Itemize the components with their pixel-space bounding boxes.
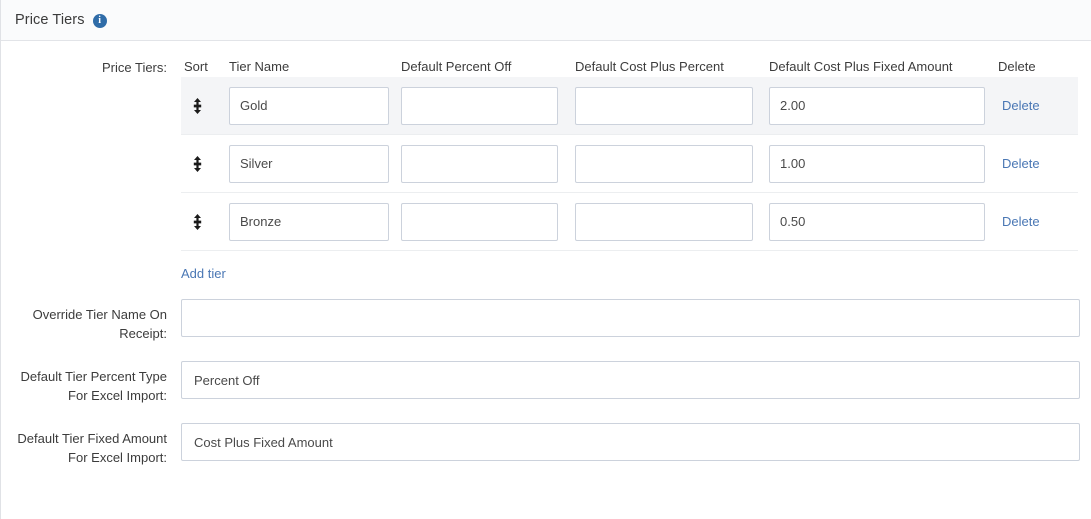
delete-cell: Delete	[998, 156, 1078, 171]
default-cost-plus-fixed-amount-input[interactable]	[769, 203, 985, 241]
delete-cell: Delete	[998, 214, 1078, 229]
drag-handle-vertical-icon[interactable]	[181, 156, 229, 172]
table-row: Delete	[181, 77, 1078, 135]
panel-header: Price Tiers i	[1, 0, 1091, 41]
price-tiers-panel: Price Tiers i Price Tiers: Sort Tier Nam…	[0, 0, 1091, 519]
tier-name-input[interactable]	[229, 145, 389, 183]
delete-row-link[interactable]: Delete	[998, 214, 1040, 229]
panel-body: Price Tiers: Sort Tier Name Default Perc…	[1, 41, 1091, 467]
column-header-tier-name: Tier Name	[229, 59, 401, 74]
default-percent-off-cell	[401, 203, 575, 241]
column-header-default-cost-plus-fixed-amount: Default Cost Plus Fixed Amount	[769, 59, 998, 74]
default-tier-fixed-amount-label: Default Tier Fixed Amount For Excel Impo…	[1, 423, 181, 467]
override-tier-name-label: Override Tier Name On Receipt:	[1, 299, 181, 343]
table-row: Delete	[181, 193, 1078, 251]
column-header-delete: Delete	[998, 59, 1078, 74]
tier-name-cell	[229, 145, 401, 183]
default-percent-off-input[interactable]	[401, 203, 558, 241]
column-header-sort: Sort	[181, 59, 229, 74]
table-row: Delete	[181, 135, 1078, 193]
drag-handle-vertical-icon[interactable]	[181, 98, 229, 114]
add-tier-wrapper: Add tier	[181, 251, 1078, 281]
default-cost-plus-fixed-amount-input[interactable]	[769, 145, 985, 183]
override-tier-name-input[interactable]	[181, 299, 1080, 337]
default-tier-fixed-amount-input[interactable]	[181, 423, 1080, 461]
default-cost-plus-percent-cell	[575, 87, 769, 125]
column-header-default-percent-off: Default Percent Off	[401, 59, 575, 74]
default-percent-off-cell	[401, 145, 575, 183]
tier-name-input[interactable]	[229, 87, 389, 125]
drag-handle-vertical-icon[interactable]	[181, 214, 229, 230]
form-row-default-tier-percent-type: Default Tier Percent Type For Excel Impo…	[1, 361, 1091, 405]
tier-name-input[interactable]	[229, 203, 389, 241]
default-cost-plus-fixed-amount-cell	[769, 87, 998, 125]
default-cost-plus-percent-cell	[575, 145, 769, 183]
delete-cell: Delete	[998, 98, 1078, 113]
default-tier-percent-type-label: Default Tier Percent Type For Excel Impo…	[1, 361, 181, 405]
override-tier-name-field	[181, 299, 1091, 337]
form-row-override-tier-name: Override Tier Name On Receipt:	[1, 299, 1091, 343]
price-tiers-section: Price Tiers: Sort Tier Name Default Perc…	[1, 55, 1091, 281]
tier-name-cell	[229, 203, 401, 241]
delete-row-link[interactable]: Delete	[998, 98, 1040, 113]
default-percent-off-input[interactable]	[401, 145, 558, 183]
default-percent-off-input[interactable]	[401, 87, 558, 125]
default-cost-plus-fixed-amount-input[interactable]	[769, 87, 985, 125]
form-row-default-tier-fixed-amount: Default Tier Fixed Amount For Excel Impo…	[1, 423, 1091, 467]
default-cost-plus-percent-input[interactable]	[575, 145, 753, 183]
tier-name-cell	[229, 87, 401, 125]
delete-row-link[interactable]: Delete	[998, 156, 1040, 171]
default-percent-off-cell	[401, 87, 575, 125]
page-title: Price Tiers	[15, 12, 85, 28]
price-tiers-grid: Sort Tier Name Default Percent Off Defau…	[181, 55, 1078, 281]
info-circle-icon[interactable]: i	[93, 14, 107, 28]
default-cost-plus-fixed-amount-cell	[769, 203, 998, 241]
default-cost-plus-percent-cell	[575, 203, 769, 241]
default-cost-plus-percent-input[interactable]	[575, 203, 753, 241]
default-tier-percent-type-input[interactable]	[181, 361, 1080, 399]
default-tier-percent-type-field	[181, 361, 1091, 399]
default-cost-plus-fixed-amount-cell	[769, 145, 998, 183]
default-tier-fixed-amount-field	[181, 423, 1091, 461]
price-tiers-label: Price Tiers:	[1, 55, 181, 75]
add-tier-link[interactable]: Add tier	[181, 266, 226, 281]
default-cost-plus-percent-input[interactable]	[575, 87, 753, 125]
grid-header-row: Sort Tier Name Default Percent Off Defau…	[181, 55, 1078, 77]
column-header-default-cost-plus-percent: Default Cost Plus Percent	[575, 59, 769, 74]
